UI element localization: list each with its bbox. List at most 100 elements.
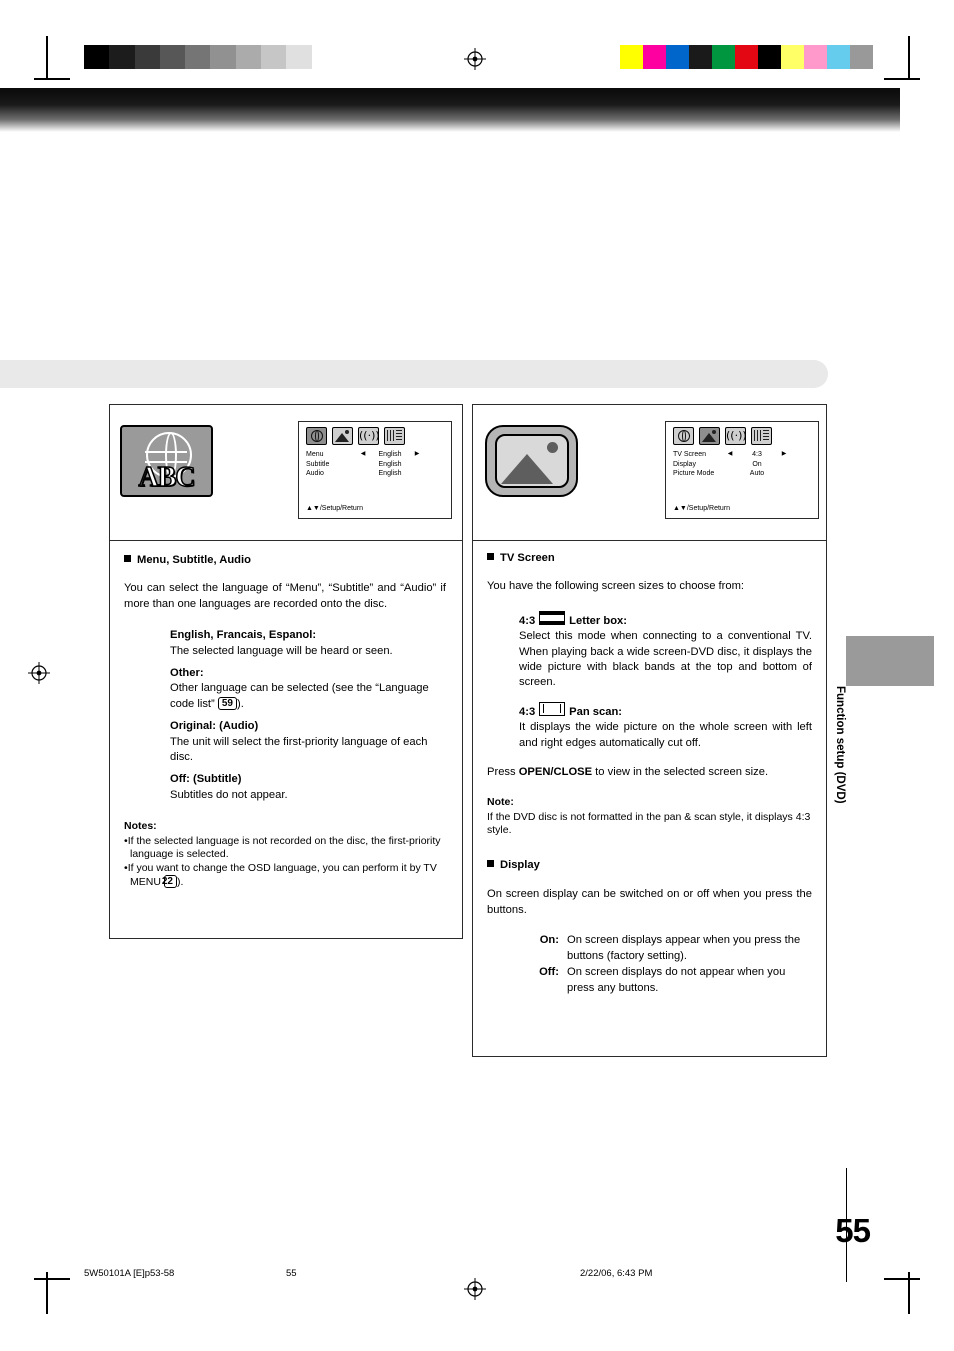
left-text-block: Menu, Subtitle, Audio You can select the…	[124, 553, 446, 890]
osd-row-value: Auto	[749, 470, 765, 477]
square-bullet-icon	[487, 860, 494, 868]
option-term: Other:	[170, 667, 204, 680]
left-panel-divider	[110, 540, 462, 541]
abc-text: ABC	[138, 462, 197, 493]
mode-pan-scan-desc: It displays the wide picture on the whol…	[519, 721, 812, 749]
left-heading-text: Menu, Subtitle, Audio	[137, 554, 251, 566]
note-body: If the DVD disc is not formatted in the …	[487, 810, 811, 837]
osd-row-label: Menu	[306, 451, 324, 458]
display-option-desc: On screen displays do not appear when yo…	[567, 966, 786, 994]
left-section-heading: Menu, Subtitle, Audio	[124, 553, 446, 568]
notes-list: •If the selected language is not recorde…	[124, 835, 446, 890]
option-desc-after: ).	[237, 697, 244, 710]
osd-right-arrow-icon: ▶	[781, 451, 787, 457]
option-desc-before: Other language can be selected (see the …	[170, 682, 429, 710]
side-tab-label: Function setup (DVD)	[834, 686, 846, 804]
square-bullet-icon	[124, 555, 131, 562]
right-content-panel: ((·)) TV Screen ◀ 4:3 ▶ Display On Pictu…	[472, 404, 827, 1057]
crop-mark-tl-h	[34, 78, 70, 80]
osd-footer-hint: ▲▼/Setup/Return	[673, 504, 731, 512]
option-desc: The selected language will be heard or s…	[170, 644, 393, 657]
display-heading: Display	[487, 858, 812, 873]
globe-abc-icon: ABC	[120, 425, 213, 497]
language-option-off: Off: (Subtitle) Subtitles do not appear.	[170, 772, 446, 803]
display-option-term: On:	[539, 934, 559, 947]
osd-row-label: Audio	[306, 470, 324, 477]
press-text-before: Press	[487, 766, 519, 779]
mode-pan-scan: 4:3 Pan scan: It displays the wide pictur…	[519, 701, 812, 751]
option-desc: The unit will select the first-priority …	[170, 735, 428, 764]
display-heading-text: Display	[500, 859, 540, 872]
option-term: Original: (Audio)	[170, 720, 259, 733]
tv-screen-intro: You have the following screen sizes to c…	[487, 580, 745, 593]
footer-page: 55	[286, 1268, 297, 1279]
square-bullet-icon	[487, 553, 494, 560]
language-option-other: Other: Other language can be selected (s…	[170, 666, 446, 712]
osd-row: Audio English	[306, 469, 451, 479]
page-ref-badge: 59	[217, 696, 237, 710]
registration-target-bottom	[464, 1278, 486, 1300]
left-content-panel: ABC ((·)) Menu ◀ English ▶ Subtitle Engl…	[109, 404, 463, 939]
display-option-term: Off:	[539, 966, 559, 979]
picture-icon	[332, 427, 353, 445]
right-osd-preview: ((·)) TV Screen ◀ 4:3 ▶ Display On Pictu…	[665, 421, 819, 519]
note-text-after: ).	[176, 876, 184, 889]
header-gradient-band	[0, 88, 900, 132]
osd-rows: Menu ◀ English ▶ Subtitle English Audio	[306, 450, 451, 479]
note-title: Note:	[487, 796, 514, 809]
osd-row: TV Screen ◀ 4:3 ▶	[673, 450, 818, 460]
panscan-glyph	[539, 701, 566, 716]
osd-icon-row: ((·))	[299, 422, 451, 445]
registration-target-left	[28, 662, 50, 684]
mode-letter-box-desc: Select this mode when connecting to a co…	[519, 630, 812, 689]
osd-row: Subtitle English	[306, 460, 451, 470]
letterbox-glyph	[539, 610, 566, 625]
right-text-block: TV Screen You have the following screen …	[487, 551, 812, 996]
crop-mark-bl-h	[34, 1278, 70, 1280]
registration-target-top	[464, 48, 486, 70]
equalizer-icon	[384, 427, 405, 445]
osd-row-value: English	[378, 451, 402, 458]
display-option-desc: On screen displays appear when you press…	[567, 934, 801, 962]
tv-screen-heading-text: TV Screen	[500, 552, 555, 564]
right-illustration-row: ((·)) TV Screen ◀ 4:3 ▶ Display On Pictu…	[473, 405, 826, 540]
mode-letter-box-title: 4:3 Letter box:	[519, 610, 812, 629]
picture-icon	[699, 427, 720, 445]
mountain-shape	[500, 454, 553, 484]
note-text: If the selected language is not recorded…	[127, 834, 441, 861]
crop-mark-tl-v	[46, 36, 48, 78]
language-globe-icon	[306, 427, 327, 445]
osd-row: Display On	[673, 460, 818, 470]
display-option-on: On: On screen displays appear when you p…	[531, 933, 812, 964]
left-illustration-row: ABC ((·)) Menu ◀ English ▶ Subtitle Engl…	[110, 405, 462, 540]
osd-row-value: English	[378, 470, 402, 477]
section-header-strip	[0, 360, 828, 388]
osd-row-label: Display	[673, 460, 696, 468]
mode-ratio: 4:3	[519, 705, 536, 718]
language-option-english: English, Francais, Espanol: The selected…	[170, 628, 446, 659]
osd-left-arrow-icon: ◀	[727, 451, 733, 457]
manual-page: ABC ((·)) Menu ◀ English ▶ Subtitle Engl…	[0, 0, 954, 1351]
mode-term: Pan scan:	[569, 705, 623, 718]
note-item: •If the selected language is not recorde…	[124, 834, 441, 861]
mode-letter-box: 4:3 Letter box: Select this mode when con…	[519, 610, 812, 691]
display-option-off: Off: On screen displays do not appear wh…	[531, 965, 812, 996]
crop-mark-tr-v	[908, 36, 910, 78]
language-globe-icon	[673, 427, 694, 445]
crop-mark-tr-h	[884, 78, 920, 80]
osd-left-arrow-icon: ◀	[360, 451, 366, 457]
notes-title: Notes:	[124, 820, 157, 833]
left-intro-paragraph: You can select the language of “Menu”, “…	[124, 582, 446, 610]
footer-filename: 5W50101A [E]p53-58	[84, 1268, 175, 1279]
language-option-original: Original: (Audio) The unit will select t…	[170, 719, 446, 765]
note-item: •If you want to change the OSD language,…	[124, 861, 437, 889]
press-open-close-paragraph: Press OPEN/CLOSE to view in the selected…	[487, 765, 812, 780]
option-term: Off: (Subtitle)	[170, 773, 242, 786]
osd-row-label: Subtitle	[306, 460, 330, 468]
page-ref-badge: 22	[162, 875, 177, 889]
footer-timestamp: 2/22/06, 6:43 PM	[580, 1268, 653, 1279]
option-term: English, Francais, Espanol:	[170, 629, 317, 642]
option-desc: Subtitles do not appear.	[170, 788, 288, 801]
audio-speaker-icon: ((·))	[358, 427, 379, 445]
option-desc: Other language can be selected (see the …	[170, 681, 446, 712]
